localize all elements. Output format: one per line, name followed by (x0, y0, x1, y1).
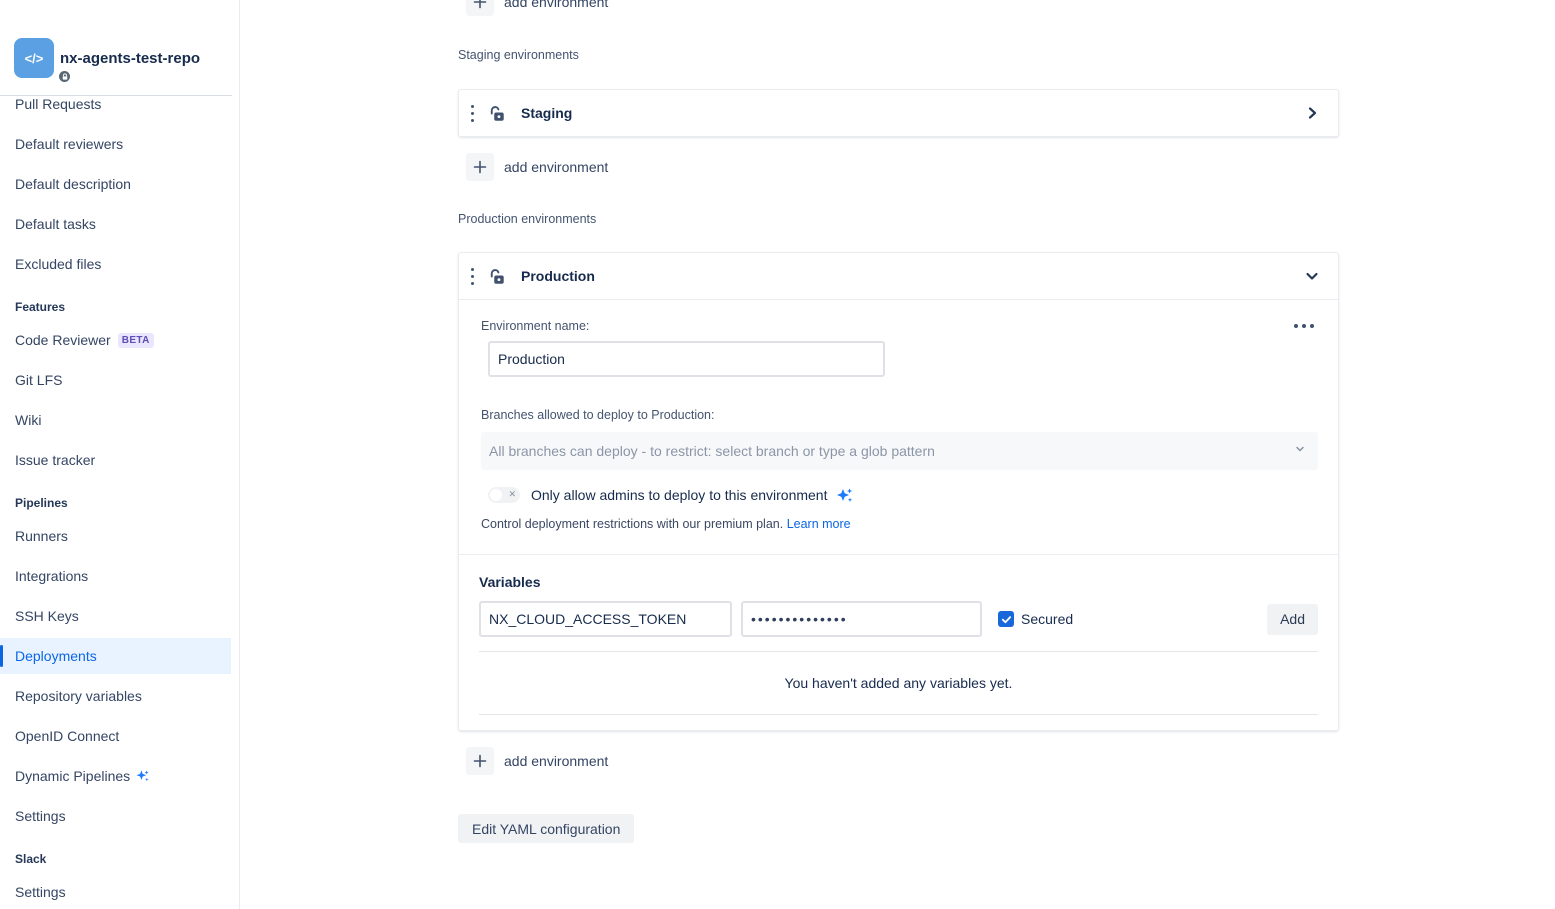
production-environment-card: Production Environment name: Branches al… (458, 252, 1339, 731)
sidebar-item-runners[interactable]: Runners (0, 518, 239, 554)
edit-yaml-configuration-button[interactable]: Edit YAML configuration (458, 814, 634, 843)
sidebar-item-settings-slack[interactable]: Settings (0, 874, 239, 909)
chevron-right-icon[interactable] (1300, 101, 1324, 125)
settings-sidebar: </> nx-agents-test-repo Pull Requests De… (0, 0, 240, 909)
sidebar-item-git-lfs[interactable]: Git LFS (0, 362, 239, 398)
staging-environment-title: Staging (521, 105, 572, 121)
branches-select-placeholder: All branches can deploy - to restrict: s… (489, 443, 1294, 459)
variables-heading: Variables (479, 574, 1318, 590)
variable-value-input[interactable] (741, 601, 982, 637)
repo-header: </> nx-agents-test-repo (0, 0, 239, 95)
sidebar-item-dynamic-pipelines[interactable]: Dynamic Pipelines (0, 758, 239, 794)
repo-avatar[interactable]: </> (14, 38, 54, 78)
beta-badge: BETA (118, 333, 154, 348)
production-environments-label: Production environments (458, 212, 1339, 226)
sidebar-item-excluded-files[interactable]: Excluded files (0, 246, 239, 282)
sidebar-header-features: Features (0, 296, 239, 318)
unlock-icon (487, 104, 506, 123)
premium-plan-text: Control deployment restrictions with our… (481, 517, 783, 531)
add-environment-button-top[interactable]: add environment (466, 0, 608, 16)
premium-sparkles-icon (835, 485, 855, 505)
staging-environment-card: Staging (458, 89, 1339, 137)
sidebar-item-wiki[interactable]: Wiki (0, 402, 239, 438)
environment-name-input[interactable] (488, 341, 885, 377)
plus-icon (466, 0, 494, 16)
chevron-down-icon[interactable] (1300, 264, 1324, 288)
add-variable-button[interactable]: Add (1267, 604, 1318, 635)
branches-select[interactable]: All branches can deploy - to restrict: s… (481, 432, 1318, 470)
sidebar-item-default-description[interactable]: Default description (0, 166, 239, 202)
sidebar-item-settings-pipelines[interactable]: Settings (0, 798, 239, 834)
deployments-main: add environment Staging environments Sta… (240, 0, 1555, 909)
unlock-icon (487, 267, 506, 286)
sidebar-nav: Pull Requests Default reviewers Default … (0, 86, 239, 909)
sidebar-item-default-tasks[interactable]: Default tasks (0, 206, 239, 242)
drag-handle-icon[interactable] (467, 99, 478, 128)
plus-icon (466, 153, 494, 181)
add-environment-button-staging[interactable]: add environment (466, 153, 608, 181)
secured-label: Secured (1021, 611, 1073, 627)
sidebar-item-integrations[interactable]: Integrations (0, 558, 239, 594)
drag-handle-icon[interactable] (467, 262, 478, 291)
staging-card-header[interactable]: Staging (459, 90, 1338, 136)
sidebar-item-issue-tracker[interactable]: Issue tracker (0, 442, 239, 478)
variables-section: Variables Secured Add (459, 554, 1338, 715)
chevron-down-icon (1294, 442, 1306, 460)
sidebar-item-openid-connect[interactable]: OpenID Connect (0, 718, 239, 754)
plus-icon (466, 747, 494, 775)
divider (479, 714, 1318, 715)
learn-more-link[interactable]: Learn more (787, 517, 851, 531)
variable-name-input[interactable] (479, 601, 732, 637)
sidebar-item-deployments[interactable]: Deployments (0, 638, 231, 674)
sidebar-item-repository-variables[interactable]: Repository variables (0, 678, 239, 714)
sidebar-item-code-reviewer[interactable]: Code Reviewer BETA (0, 322, 239, 358)
sidebar-divider (0, 95, 232, 96)
sidebar-header-slack: Slack (0, 848, 239, 870)
staging-environments-label: Staging environments (458, 48, 1339, 62)
admins-only-toggle[interactable]: ✕ (488, 487, 520, 503)
secured-checkbox-wrap[interactable]: Secured (998, 611, 1073, 627)
code-icon: </> (25, 51, 44, 66)
toggle-off-x-icon: ✕ (508, 489, 516, 500)
production-card-header[interactable]: Production (459, 253, 1338, 299)
production-card-body: Environment name: Branches allowed to de… (459, 299, 1338, 730)
more-options-icon[interactable] (1292, 320, 1316, 332)
secured-checkbox[interactable] (998, 611, 1014, 627)
branches-allowed-label: Branches allowed to deploy to Production… (481, 408, 1316, 422)
deployments-settings-page: </> nx-agents-test-repo Pull Requests De… (0, 0, 1555, 909)
production-environment-title: Production (521, 268, 595, 284)
variables-empty-state: You haven't added any variables yet. (479, 652, 1318, 714)
private-repo-lock-icon (57, 69, 72, 84)
environment-name-label: Environment name: (481, 319, 589, 333)
add-environment-button-production[interactable]: add environment (466, 747, 608, 775)
sidebar-item-default-reviewers[interactable]: Default reviewers (0, 126, 239, 162)
sidebar-item-pull-requests[interactable]: Pull Requests (0, 86, 239, 122)
admins-only-toggle-label: Only allow admins to deploy to this envi… (531, 487, 827, 503)
sparkles-icon (135, 768, 151, 784)
sidebar-header-pipelines: Pipelines (0, 492, 239, 514)
repo-name[interactable]: nx-agents-test-repo (60, 50, 200, 67)
sidebar-item-ssh-keys[interactable]: SSH Keys (0, 598, 239, 634)
